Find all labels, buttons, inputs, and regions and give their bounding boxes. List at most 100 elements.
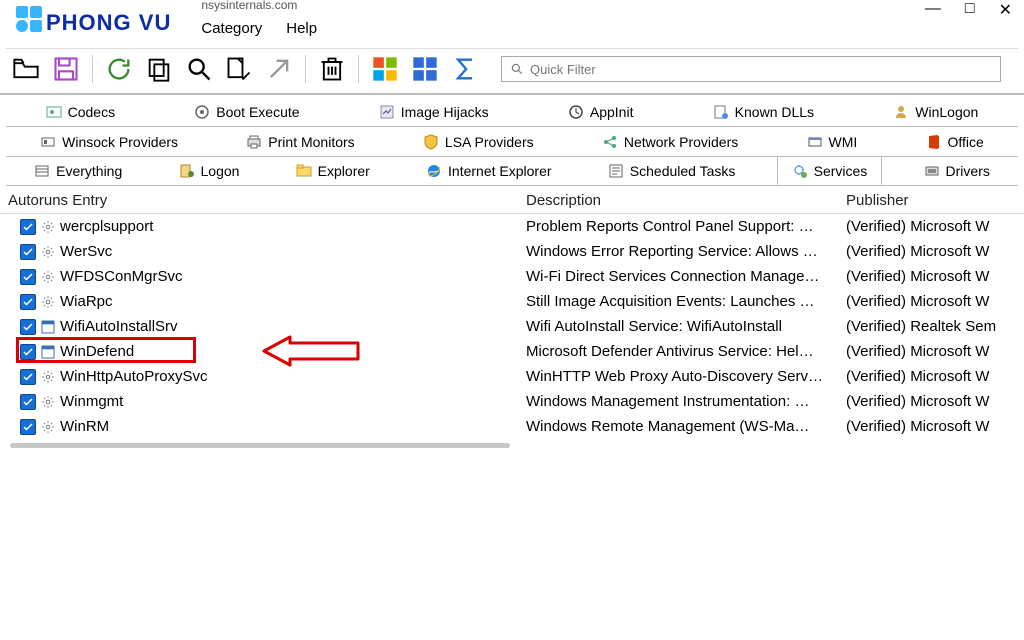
tab-print-monitors[interactable]: Print Monitors — [231, 127, 369, 156]
tab-codecs[interactable]: Codecs — [31, 97, 130, 126]
delete-button[interactable] — [316, 53, 348, 85]
tab-boot-execute[interactable]: Boot Execute — [179, 97, 314, 126]
tab-icon — [792, 163, 808, 179]
entry-name: WiaRpc — [60, 293, 113, 310]
tab-winsock-providers[interactable]: Winsock Providers — [25, 127, 193, 156]
tab-label: Known DLLs — [735, 104, 814, 120]
tab-drivers[interactable]: Drivers — [909, 156, 1005, 185]
entry-description: Problem Reports Control Panel Support: … — [526, 218, 846, 235]
row-checkbox[interactable] — [20, 394, 36, 410]
tab-winlogon[interactable]: WinLogon — [878, 97, 993, 126]
open-button[interactable] — [10, 53, 42, 85]
gear-icon — [40, 219, 56, 235]
entry-name: WerSvc — [60, 243, 112, 260]
entry-name: WinDefend — [60, 343, 134, 360]
tab-label: Explorer — [318, 163, 370, 179]
refresh-button[interactable] — [103, 53, 135, 85]
tab-icon — [179, 163, 195, 179]
entry-publisher: (Verified) Realtek Sem — [846, 318, 1024, 335]
window-maximize[interactable]: □ — [965, 0, 975, 18]
tab-label: Image Hijacks — [401, 104, 489, 120]
windows-10-icon[interactable] — [369, 53, 401, 85]
brand-logo: PHONG VU — [6, 0, 171, 40]
gear-icon — [40, 244, 56, 260]
tab-icon — [246, 134, 262, 150]
row-checkbox[interactable] — [20, 319, 36, 335]
tab-label: Office — [948, 134, 984, 150]
table-row[interactable]: wercplsupportProblem Reports Control Pan… — [0, 214, 1024, 239]
row-checkbox[interactable] — [20, 419, 36, 435]
entry-publisher: (Verified) Microsoft W — [846, 218, 1024, 235]
col-header-pub[interactable]: Publisher — [846, 192, 1024, 209]
entry-description: Still Image Acquisition Events: Launches… — [526, 293, 846, 310]
entry-publisher: (Verified) Microsoft W — [846, 393, 1024, 410]
tab-office[interactable]: Office — [911, 127, 999, 156]
entry-description: Wifi AutoInstall Service: WifiAutoInstal… — [526, 318, 846, 335]
row-checkbox[interactable] — [20, 269, 36, 285]
tab-icon — [40, 134, 56, 150]
tab-icon — [34, 163, 50, 179]
sigma-button[interactable] — [449, 53, 481, 85]
col-header-desc[interactable]: Description — [526, 192, 846, 209]
table-row[interactable]: WerSvcWindows Error Reporting Service: A… — [0, 239, 1024, 264]
tab-label: AppInit — [590, 104, 634, 120]
table-row[interactable]: WFDSConMgrSvcWi-Fi Direct Services Conne… — [0, 264, 1024, 289]
tab-label: Boot Execute — [216, 104, 299, 120]
window-close[interactable]: ✕ — [999, 0, 1012, 20]
table-row[interactable]: WinDefendMicrosoft Defender Antivirus Se… — [0, 339, 1024, 364]
col-header-entry[interactable]: Autoruns Entry — [0, 192, 526, 209]
gear-icon — [40, 419, 56, 435]
table-row[interactable]: WinHttpAutoProxySvcWinHTTP Web Proxy Aut… — [0, 364, 1024, 389]
brand-text: PHONG VU — [46, 10, 171, 36]
tab-everything[interactable]: Everything — [19, 156, 137, 185]
tab-label: Internet Explorer — [448, 163, 552, 179]
jump-button[interactable] — [223, 53, 255, 85]
tab-internet-explorer[interactable]: Internet Explorer — [411, 156, 567, 185]
tab-known-dlls[interactable]: Known DLLs — [698, 97, 829, 126]
tab-icon — [568, 104, 584, 120]
tab-strip: Codecs Boot Execute Image Hijacks AppInit Kn… — [0, 95, 1024, 186]
tab-icon — [426, 163, 442, 179]
table-row[interactable]: WinmgmtWindows Management Instrumentatio… — [0, 389, 1024, 414]
entry-name: WinRM — [60, 418, 109, 435]
tab-logon[interactable]: Logon — [164, 156, 255, 185]
entry-publisher: (Verified) Microsoft W — [846, 243, 1024, 260]
save-button[interactable] — [50, 53, 82, 85]
row-checkbox[interactable] — [20, 369, 36, 385]
tab-wmi[interactable]: WMI — [792, 127, 873, 156]
tab-lsa-providers[interactable]: LSA Providers — [408, 127, 549, 156]
quick-filter-input[interactable]: Quick Filter — [501, 56, 1001, 82]
row-checkbox[interactable] — [20, 244, 36, 260]
menu-category[interactable]: Category — [201, 20, 262, 37]
tab-scheduled-tasks[interactable]: Scheduled Tasks — [593, 156, 751, 185]
table-row[interactable]: WiaRpc Still Image Acquisition Events: La… — [0, 289, 1024, 314]
subtitle: nsysinternals.com — [201, 0, 297, 12]
tab-services[interactable]: Services — [777, 156, 883, 185]
entry-name: WFDSConMgrSvc — [60, 268, 183, 285]
tab-icon — [602, 134, 618, 150]
tab-icon — [46, 104, 62, 120]
row-checkbox[interactable] — [20, 344, 36, 360]
windows-11-icon[interactable] — [409, 53, 441, 85]
table-row[interactable]: WifiAutoInstallSrvWifi AutoInstall Servi… — [0, 314, 1024, 339]
find-button[interactable] — [183, 53, 215, 85]
tab-network-providers[interactable]: Network Providers — [587, 127, 753, 156]
tab-icon — [713, 104, 729, 120]
tab-image-hijacks[interactable]: Image Hijacks — [364, 97, 504, 126]
horizontal-scroll[interactable] — [10, 443, 1014, 453]
window-minimize[interactable]: — — [925, 0, 941, 18]
tab-appinit[interactable]: AppInit — [553, 97, 649, 126]
row-checkbox[interactable] — [20, 219, 36, 235]
tab-label: LSA Providers — [445, 134, 534, 150]
row-checkbox[interactable] — [20, 294, 36, 310]
app-icon — [40, 319, 56, 335]
goto-button[interactable] — [263, 53, 295, 85]
table-row[interactable]: WinRMWindows Remote Management (WS-Ma…(V… — [0, 414, 1024, 439]
copy-button[interactable] — [143, 53, 175, 85]
menu-help[interactable]: Help — [286, 20, 317, 37]
entry-publisher: (Verified) Microsoft W — [846, 268, 1024, 285]
entry-description: Windows Remote Management (WS-Ma… — [526, 418, 846, 435]
entry-publisher: (Verified) Microsoft W — [846, 343, 1024, 360]
gear-icon — [40, 269, 56, 285]
tab-explorer[interactable]: Explorer — [281, 156, 385, 185]
